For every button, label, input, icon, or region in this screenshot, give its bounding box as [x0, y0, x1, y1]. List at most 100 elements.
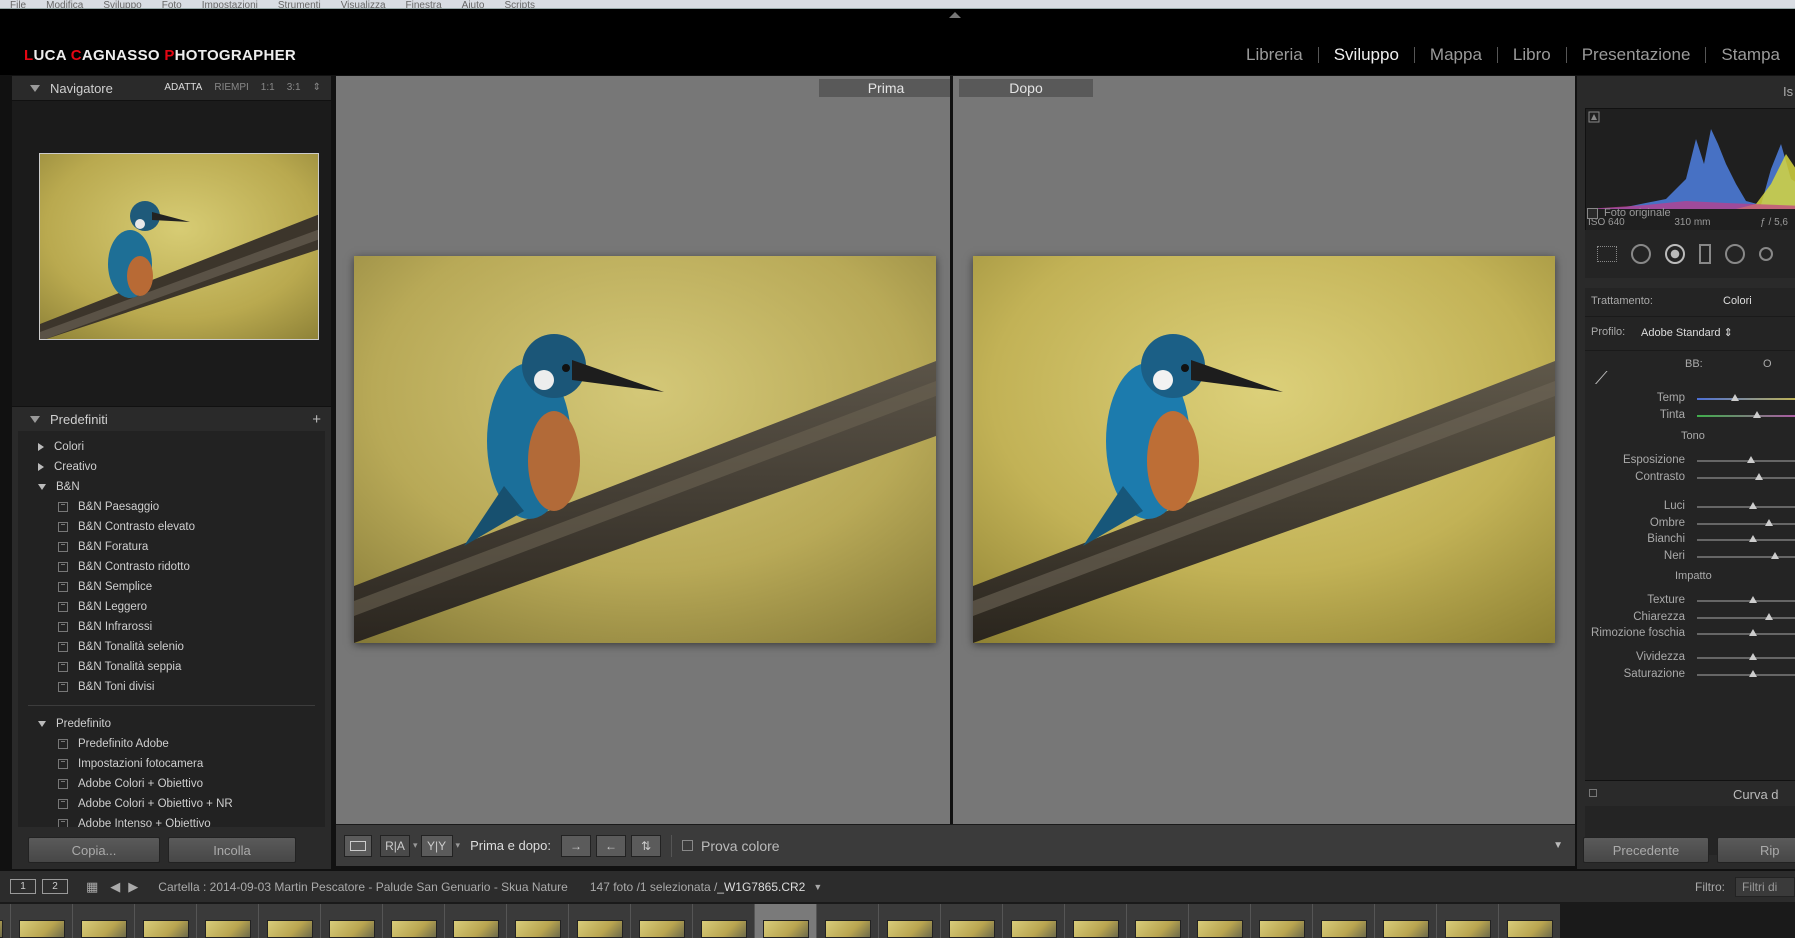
slider-knob[interactable]	[1749, 535, 1758, 542]
filmstrip-thumbnail[interactable]	[630, 904, 692, 938]
before-view[interactable]: Prima	[336, 76, 953, 824]
filmstrip-thumbnail[interactable]	[1436, 904, 1498, 938]
navigator-thumbnail[interactable]	[39, 153, 319, 340]
filename-dropdown-icon[interactable]: ▼	[813, 882, 822, 892]
slider-track[interactable]	[1697, 411, 1795, 418]
slider-knob[interactable]	[1755, 473, 1764, 480]
copy-after-to-before-button[interactable]: ←	[596, 834, 626, 857]
preset-item[interactable]: B&N Infrarossi	[18, 617, 325, 637]
filmstrip-thumbnail[interactable]	[382, 904, 444, 938]
reset-button[interactable]: Rip	[1717, 837, 1795, 863]
expanded-triangle-icon[interactable]	[38, 721, 46, 727]
os-menu-item[interactable]: Sviluppo	[103, 0, 141, 8]
preset-item[interactable]: B&N Semplice	[18, 577, 325, 597]
filmstrip-thumbnail[interactable]	[1188, 904, 1250, 938]
current-filename[interactable]: _W1G7865.CR2	[717, 880, 805, 894]
preset-folder[interactable]: B&N	[18, 477, 325, 497]
filmstrip-thumbnail[interactable]	[1498, 904, 1560, 938]
copy-before-to-after-button[interactable]: →	[561, 834, 591, 857]
slider-knob[interactable]	[1771, 552, 1779, 559]
filmstrip-thumbnail[interactable]	[10, 904, 72, 938]
filmstrip[interactable]	[0, 902, 1795, 938]
module-tab-presentazione[interactable]: Presentazione	[1567, 45, 1706, 65]
os-menu-item[interactable]: Modifica	[46, 0, 83, 8]
slider-knob[interactable]	[1765, 519, 1773, 526]
preset-item[interactable]: B&N Tonalità selenio	[18, 637, 325, 657]
preset-item[interactable]: B&N Paesaggio	[18, 497, 325, 517]
filmstrip-thumbnail[interactable]	[0, 904, 10, 938]
navigator-preview[interactable]	[12, 100, 331, 407]
filmstrip-thumbnail[interactable]	[1064, 904, 1126, 938]
preset-item[interactable]: Predefinito Adobe	[18, 734, 325, 754]
module-tab-sviluppo[interactable]: Sviluppo	[1319, 45, 1414, 65]
navigator-zoom-mode[interactable]: RIEMPI	[214, 82, 248, 93]
preset-item[interactable]: B&N Toni divisi	[18, 677, 325, 697]
spot-removal-icon[interactable]	[1631, 244, 1651, 264]
preset-folder[interactable]: Creativo	[18, 457, 325, 477]
profile-dropdown[interactable]: Adobe Standard ⇕	[1641, 326, 1733, 339]
filmstrip-thumbnail[interactable]	[1002, 904, 1064, 938]
navigator-header[interactable]: Navigatore ADATTA RIEMPI 1:1 3:1 ⇕	[12, 76, 331, 100]
grid-view-icon[interactable]: ▦	[86, 879, 98, 895]
slider-track[interactable]	[1697, 596, 1795, 603]
os-menu-item[interactable]: Strumenti	[278, 0, 321, 8]
slider-knob[interactable]	[1749, 629, 1758, 636]
dropdown-arrow-icon[interactable]: ▾	[456, 840, 461, 851]
toolbar-menu-chevron-icon[interactable]: ▼	[1553, 840, 1563, 851]
dropdown-arrow-icon[interactable]: ▾	[413, 840, 418, 851]
filmstrip-thumbnail[interactable]	[258, 904, 320, 938]
collapse-triangle-icon[interactable]	[30, 84, 40, 92]
filmstrip-thumbnail[interactable]	[320, 904, 382, 938]
soft-proof-checkbox[interactable]	[682, 840, 693, 851]
preset-item[interactable]: Adobe Colori + Obiettivo + NR	[18, 794, 325, 814]
module-tab-libreria[interactable]: Libreria	[1231, 45, 1318, 65]
adjustment-brush-icon[interactable]	[1759, 247, 1773, 261]
navigator-zoom-mode[interactable]: ADATTA	[164, 82, 202, 93]
filmstrip-thumbnail[interactable]	[1250, 904, 1312, 938]
slider-track[interactable]	[1697, 394, 1795, 401]
os-menu-item[interactable]: Aiuto	[462, 0, 485, 8]
back-arrow-icon[interactable]: ◀	[110, 879, 120, 895]
original-photo-checkbox[interactable]	[1587, 207, 1598, 219]
filmstrip-thumbnail[interactable]	[506, 904, 568, 938]
slider-knob[interactable]	[1749, 670, 1758, 677]
slider-knob[interactable]	[1749, 502, 1758, 509]
os-menu-item[interactable]: Foto	[162, 0, 182, 8]
filmstrip-thumbnail[interactable]	[754, 904, 816, 938]
filmstrip-thumbnail[interactable]	[1374, 904, 1436, 938]
os-menu-item[interactable]: Finestra	[406, 0, 442, 8]
filmstrip-thumbnail[interactable]	[196, 904, 258, 938]
secondary-screen-button[interactable]: 2	[42, 879, 68, 894]
filmstrip-thumbnail[interactable]	[1312, 904, 1374, 938]
slider-knob[interactable]	[1753, 411, 1761, 418]
panel-toggle-icon[interactable]	[1589, 789, 1597, 797]
slider-track[interactable]	[1697, 653, 1795, 660]
before-photo[interactable]	[354, 256, 936, 643]
preset-item[interactable]: B&N Contrasto elevato	[18, 517, 325, 537]
paste-button[interactable]: Incolla	[168, 837, 296, 863]
slider-knob[interactable]	[1747, 456, 1755, 463]
filmstrip-thumbnail[interactable]	[444, 904, 506, 938]
filmstrip-thumbnail[interactable]	[568, 904, 630, 938]
collapse-top-arrow-icon[interactable]	[949, 12, 961, 18]
preset-folder[interactable]: Colori	[18, 437, 325, 457]
os-menu-item[interactable]: Scripts	[504, 0, 535, 8]
slider-knob[interactable]	[1749, 596, 1758, 603]
presets-header[interactable]: Predefiniti +	[12, 407, 331, 431]
module-tab-libro[interactable]: Libro	[1498, 45, 1566, 65]
previous-button[interactable]: Precedente	[1583, 837, 1709, 863]
before-after-lr-button[interactable]: R|A	[380, 834, 410, 857]
preset-item[interactable]: Adobe Intenso + Obiettivo	[18, 814, 325, 827]
slider-track[interactable]	[1697, 613, 1795, 620]
preset-item[interactable]: B&N Leggero	[18, 597, 325, 617]
filter-dropdown[interactable]: Filtri di	[1735, 876, 1795, 897]
graduated-filter-icon[interactable]	[1699, 244, 1711, 264]
filmstrip-thumbnail[interactable]	[1126, 904, 1188, 938]
original-photo-row[interactable]: Foto originale	[1587, 207, 1671, 219]
preset-item[interactable]: B&N Contrasto ridotto	[18, 557, 325, 577]
navigator-zoom-mode[interactable]: 1:1	[261, 82, 275, 93]
preset-item[interactable]: Impostazioni fotocamera	[18, 754, 325, 774]
swap-before-after-button[interactable]: ⇅	[631, 834, 661, 857]
preset-item[interactable]: B&N Foratura	[18, 537, 325, 557]
after-view[interactable]: Dopo	[956, 76, 1575, 824]
